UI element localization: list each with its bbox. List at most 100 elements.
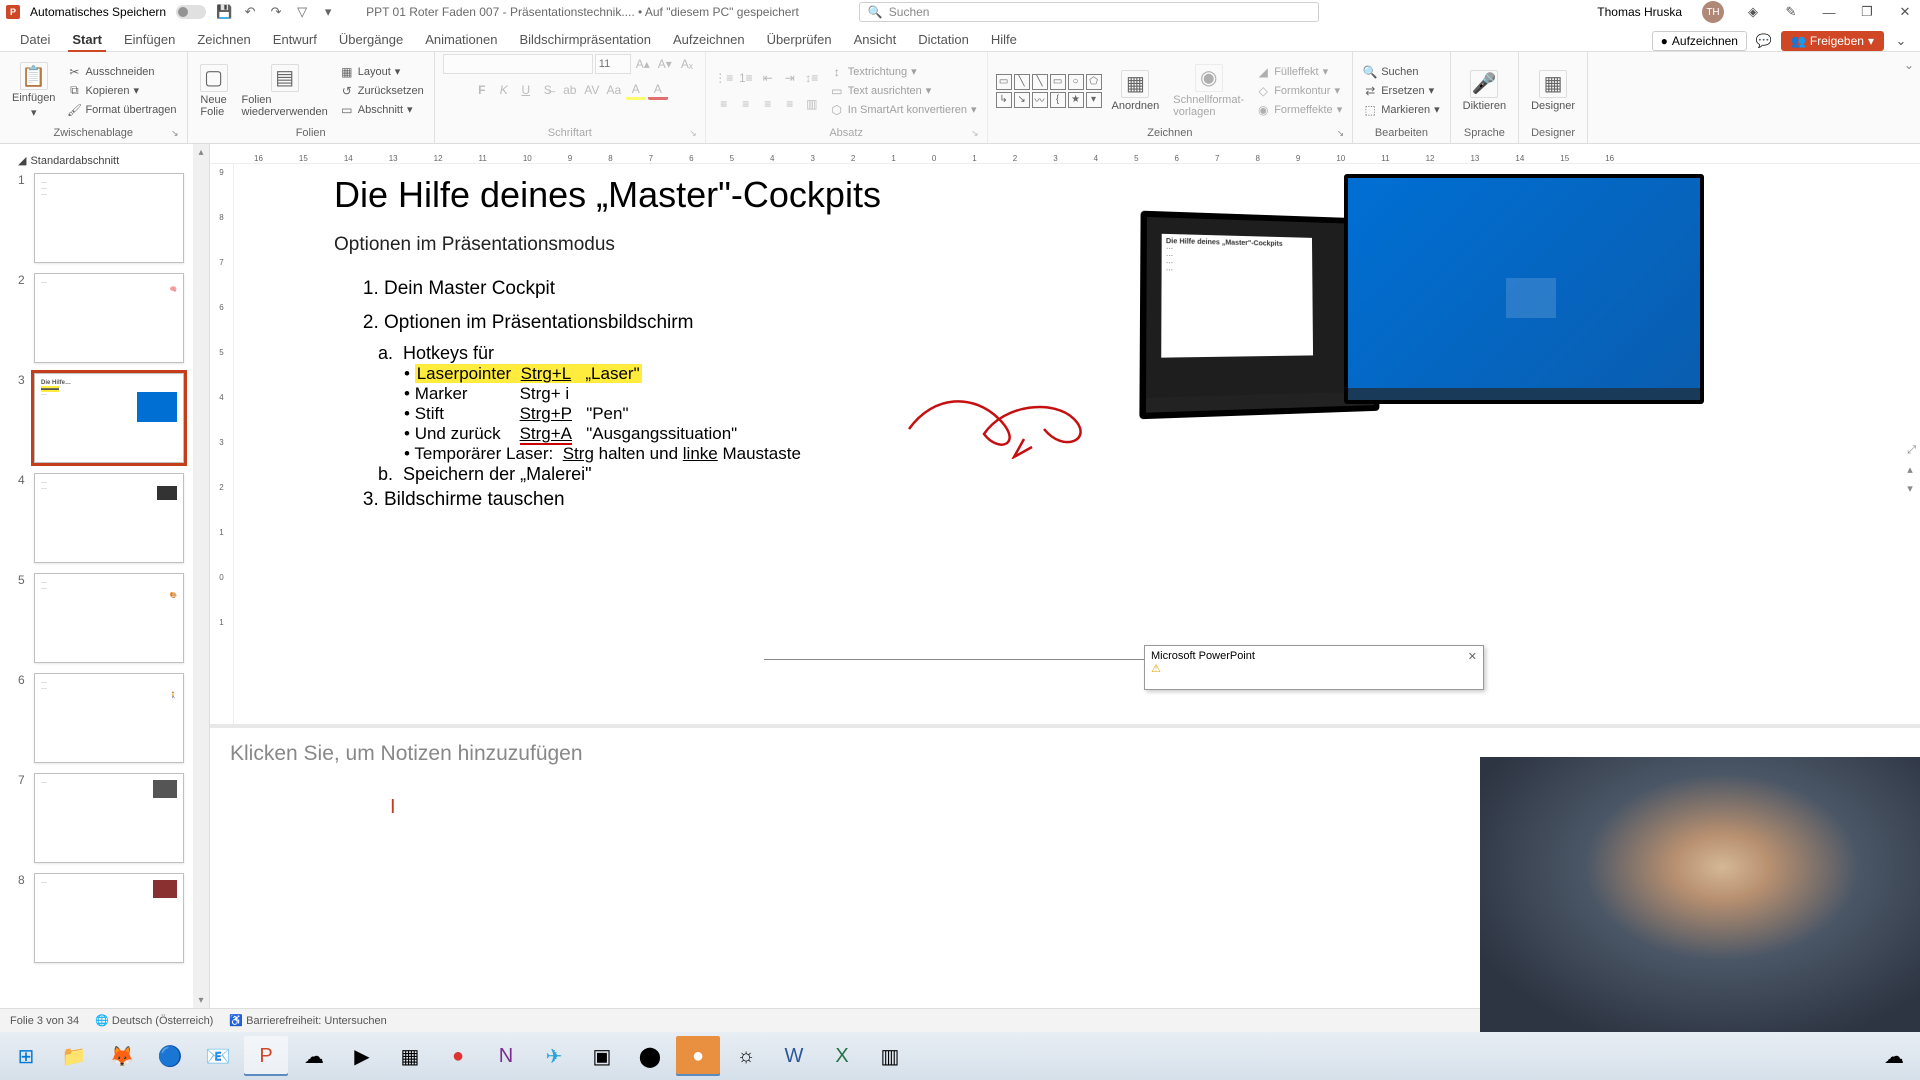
reuse-slides-button[interactable]: ▤Folien wiederverwenden: [238, 62, 332, 120]
pen-icon[interactable]: ✎: [1782, 3, 1800, 21]
vlc-icon[interactable]: ▶: [340, 1036, 384, 1076]
thumb-2[interactable]: ···🧠: [34, 273, 184, 363]
tab-animationen[interactable]: Animationen: [415, 28, 507, 51]
collapse-ribbon-icon[interactable]: ⌄: [1892, 32, 1910, 50]
word-icon[interactable]: W: [772, 1036, 816, 1076]
columns-icon[interactable]: ▥: [802, 94, 822, 114]
firefox-icon[interactable]: 🦊: [100, 1036, 144, 1076]
tab-aufzeichnen[interactable]: Aufzeichnen: [663, 28, 755, 51]
find-button[interactable]: 🔍Suchen: [1361, 64, 1441, 80]
close-icon[interactable]: ✕: [1896, 3, 1914, 21]
thumb-3[interactable]: Die Hilfe…▬▬▬···: [34, 373, 184, 463]
section-header[interactable]: ◢ Standardabschnitt: [18, 152, 203, 173]
strike-icon[interactable]: S̶: [538, 80, 558, 100]
quick-styles-button[interactable]: ◉Schnellformat- vorlagen: [1169, 62, 1248, 120]
cut-button[interactable]: ✂Ausschneiden: [65, 64, 178, 80]
underline-icon[interactable]: U: [516, 80, 536, 100]
shape-effects-button[interactable]: ◉Formeffekte ▾: [1254, 102, 1344, 118]
new-slide-button[interactable]: ▢Neue Folie: [196, 62, 232, 120]
outdent-icon[interactable]: ⇤: [758, 68, 778, 88]
italic-icon[interactable]: K: [494, 80, 514, 100]
search-input[interactable]: 🔍 Suchen: [859, 2, 1319, 22]
shapes-gallery[interactable]: ▭╲╲▭○⬠ ↳↘〰{★▾: [996, 74, 1102, 108]
align-left-icon[interactable]: ≡: [714, 94, 734, 114]
numbering-icon[interactable]: 1≡: [736, 68, 756, 88]
linespacing-icon[interactable]: ↕≡: [802, 68, 822, 88]
bold-icon[interactable]: F: [472, 80, 492, 100]
tab-start[interactable]: Start: [62, 28, 112, 51]
align-text-button[interactable]: ▭Text ausrichten ▾: [828, 83, 979, 99]
save-icon[interactable]: 💾: [216, 4, 232, 20]
arrange-button[interactable]: ▦Anordnen: [1108, 68, 1164, 114]
telegram-icon[interactable]: ✈: [532, 1036, 576, 1076]
clear-format-icon[interactable]: Aₓ: [677, 54, 697, 74]
comments-icon[interactable]: 💬: [1755, 32, 1773, 50]
justify-icon[interactable]: ≡: [780, 94, 800, 114]
reset-button[interactable]: ↺Zurücksetzen: [338, 83, 426, 99]
obs-icon[interactable]: ⬤: [628, 1036, 672, 1076]
app-icon-3[interactable]: ▣: [580, 1036, 624, 1076]
designer-button[interactable]: ▦Designer: [1527, 68, 1579, 114]
outlook-icon[interactable]: 📧: [196, 1036, 240, 1076]
section-button[interactable]: ▭Abschnitt ▾: [338, 102, 426, 118]
autosave-toggle[interactable]: [176, 5, 206, 19]
slide-li-2b[interactable]: Speichern der „Malerei": [403, 464, 591, 484]
font-launcher-icon[interactable]: ↘: [689, 128, 697, 139]
thumb-5[interactable]: ······🎨: [34, 573, 184, 663]
status-lang[interactable]: 🌐 Deutsch (Österreich): [95, 1014, 213, 1027]
app-icon-2[interactable]: ●: [436, 1036, 480, 1076]
format-painter-button[interactable]: 🖌Format übertragen: [65, 102, 178, 118]
tray-icon[interactable]: ☁: [1872, 1036, 1916, 1076]
draw-launcher-icon[interactable]: ↘: [1337, 128, 1345, 139]
record-button[interactable]: ● Aufzeichnen: [1652, 31, 1747, 51]
tab-ansicht[interactable]: Ansicht: [844, 28, 907, 51]
skype-icon[interactable]: ☁: [292, 1036, 336, 1076]
bullets-icon[interactable]: ⋮≡: [714, 68, 734, 88]
diamond-icon[interactable]: ◈: [1744, 3, 1762, 21]
grow-font-icon[interactable]: A▴: [633, 54, 653, 74]
text-direction-button[interactable]: ↕Textrichtung ▾: [828, 64, 979, 80]
thumb-1[interactable]: ·········: [34, 173, 184, 263]
layout-button[interactable]: ▦Layout ▾: [338, 64, 426, 80]
spacing-icon[interactable]: AV: [582, 80, 602, 100]
thumb-8[interactable]: ···: [34, 873, 184, 963]
tab-einfuegen[interactable]: Einfügen: [114, 28, 185, 51]
minimize-icon[interactable]: —: [1820, 3, 1838, 21]
tab-entwurf[interactable]: Entwurf: [263, 28, 327, 51]
case-icon[interactable]: Aa: [604, 80, 624, 100]
font-size-select[interactable]: 11: [595, 54, 631, 74]
align-center-icon[interactable]: ≡: [736, 94, 756, 114]
excel-icon[interactable]: X: [820, 1036, 864, 1076]
scroll-up-icon[interactable]: ▴: [195, 146, 207, 158]
onenote-icon[interactable]: N: [484, 1036, 528, 1076]
start-button[interactable]: ⊞: [4, 1036, 48, 1076]
app-icon-1[interactable]: ▦: [388, 1036, 432, 1076]
replace-button[interactable]: ⇄Ersetzen ▾: [1361, 83, 1441, 99]
share-button[interactable]: 👥 Freigeben ▾: [1781, 31, 1884, 51]
tab-hilfe[interactable]: Hilfe: [981, 28, 1027, 51]
qat-more-icon[interactable]: ▾: [320, 4, 336, 20]
shape-fill-button[interactable]: ◢Fülleffekt ▾: [1254, 64, 1344, 80]
align-right-icon[interactable]: ≡: [758, 94, 778, 114]
undo-icon[interactable]: ↶: [242, 4, 258, 20]
shrink-font-icon[interactable]: A▾: [655, 54, 675, 74]
recording-icon[interactable]: ●: [676, 1036, 720, 1076]
explorer-icon[interactable]: 📁: [52, 1036, 96, 1076]
select-button[interactable]: ⬚Markieren ▾: [1361, 102, 1441, 118]
chrome-icon[interactable]: 🔵: [148, 1036, 192, 1076]
tab-datei[interactable]: Datei: [10, 28, 60, 51]
app-icon-4[interactable]: ☼: [724, 1036, 768, 1076]
thumb-4[interactable]: ······: [34, 473, 184, 563]
tab-zeichnen[interactable]: Zeichnen: [187, 28, 260, 51]
thumb-7[interactable]: ···: [34, 773, 184, 863]
tab-uebergaenge[interactable]: Übergänge: [329, 28, 413, 51]
next-icon[interactable]: ▾: [1907, 482, 1916, 495]
font-family-select[interactable]: [443, 54, 593, 74]
slide-canvas[interactable]: Die Hilfe deines „Master"-Cockpits Optio…: [334, 174, 1694, 684]
present-icon[interactable]: ▽: [294, 4, 310, 20]
tab-dictation[interactable]: Dictation: [908, 28, 979, 51]
dictate-button[interactable]: 🎤Diktieren: [1459, 68, 1510, 114]
thumb-scrollbar[interactable]: ▴ ▾: [193, 144, 209, 1008]
status-accessibility[interactable]: ♿ Barrierefreiheit: Untersuchen: [229, 1014, 386, 1027]
slide-li-3[interactable]: Bildschirme tauschen: [384, 485, 1694, 515]
